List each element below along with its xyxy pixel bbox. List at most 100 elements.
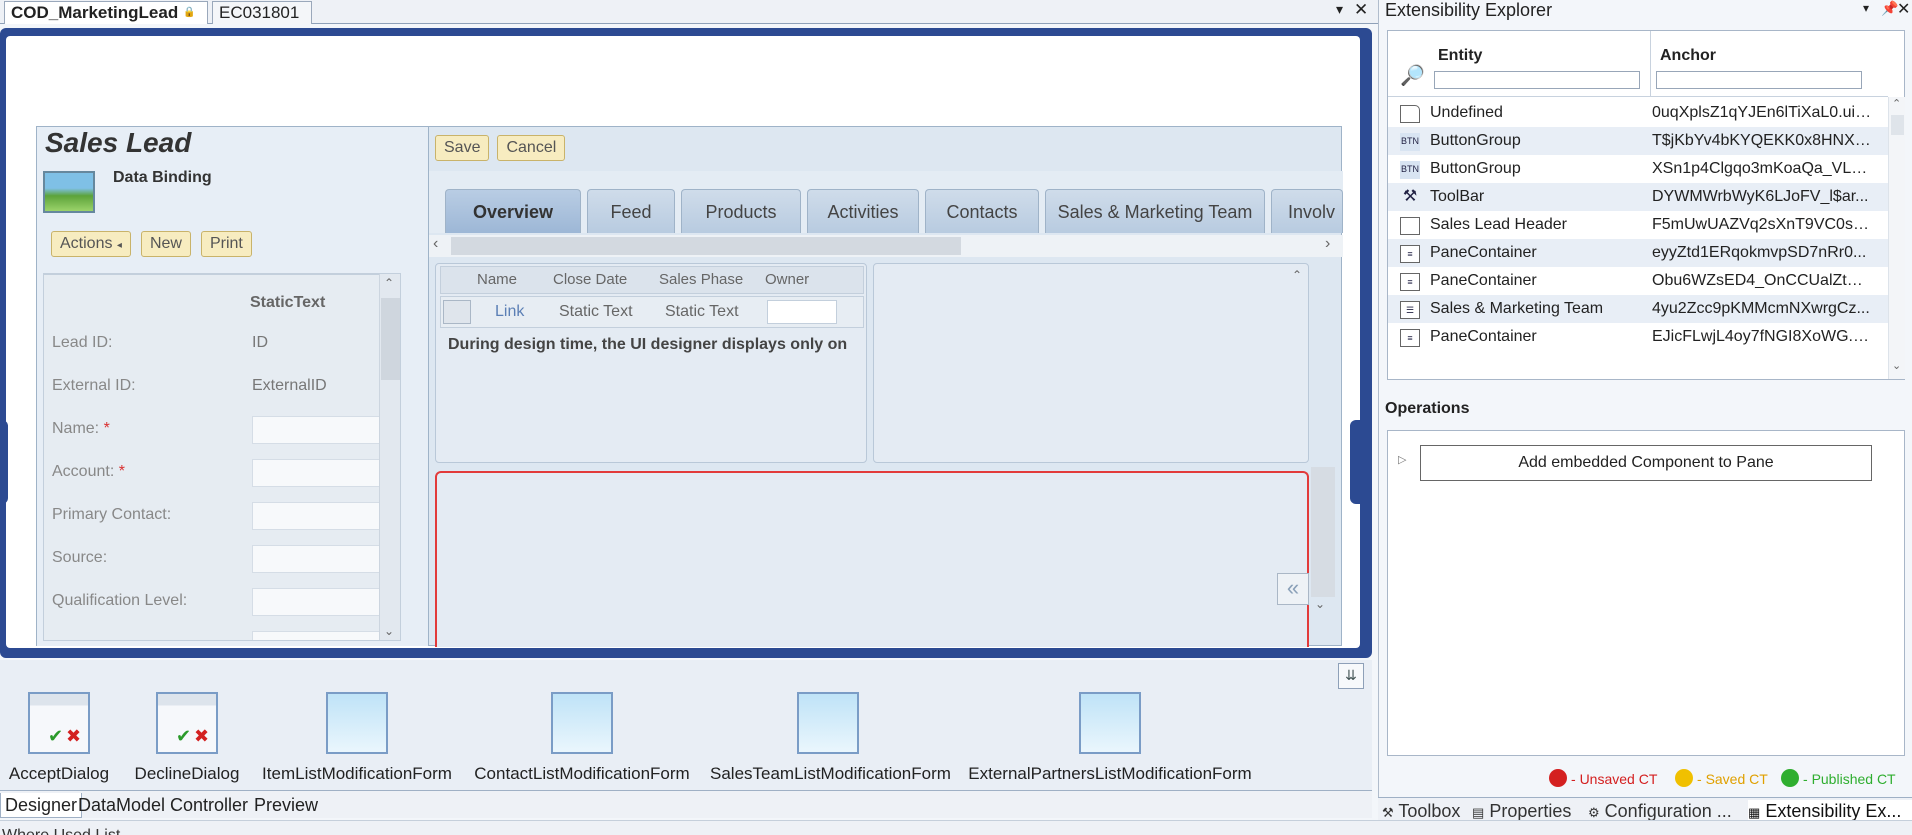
chevron-down-icon[interactable]: ⌄ xyxy=(1892,359,1901,372)
tab-sales-marketing-team[interactable]: Sales & Marketing Team xyxy=(1045,189,1265,233)
entity-name: Undefined xyxy=(1430,104,1503,121)
view-tab-strip: Designer DataModel Controller Preview xyxy=(0,790,1372,818)
cancel-button[interactable]: Cancel xyxy=(497,135,566,161)
divider xyxy=(44,274,400,275)
dialog-icon: ✔ ✖ xyxy=(156,692,218,754)
scroll-thumb[interactable] xyxy=(1891,115,1904,135)
scroll-thumb[interactable] xyxy=(381,298,400,380)
unsaved-dot-icon xyxy=(1549,769,1567,787)
field-label: Primary Contact: xyxy=(52,506,172,523)
primary-contact-input[interactable] xyxy=(252,502,398,530)
anchor-id: 0uqXplsZ1qYJEn6lTiXaL0.uia... xyxy=(1652,104,1872,121)
collapse-left-icon[interactable]: « xyxy=(1277,573,1309,605)
designer-canvas: Sales Lead Data Binding Actions ◂ New Pr… xyxy=(6,36,1360,648)
chevron-down-icon[interactable]: ⌄ xyxy=(1315,597,1325,611)
dropdown-icon[interactable]: ▾ xyxy=(1336,1,1343,18)
chevron-down-icon[interactable]: ⌄ xyxy=(384,624,394,638)
tab-preview[interactable]: Preview xyxy=(250,793,322,817)
new-button[interactable]: New xyxy=(140,231,191,257)
list-item[interactable]: ⚒ ToolBar DYWMWrbWyK6LJoFV_l$ar... xyxy=(1388,183,1888,211)
static-text-header: StaticText xyxy=(250,294,326,311)
required-marker: * xyxy=(103,420,110,437)
tab-label: Properties xyxy=(1489,801,1572,821)
source-input[interactable] xyxy=(252,545,398,573)
anchor-filter-input[interactable] xyxy=(1656,71,1862,89)
expand-down-icon[interactable]: ⇊ xyxy=(1338,663,1364,689)
col-anchor: Anchor xyxy=(1660,47,1716,64)
empty-pane: ⌃ xyxy=(873,263,1309,463)
scroll-thumb[interactable] xyxy=(451,237,961,255)
anchor-id: F5mUwUAZVq2sXnT9VC0sC... xyxy=(1652,216,1872,233)
tab-feed[interactable]: Feed xyxy=(587,189,675,233)
tab-overview[interactable]: Overview xyxy=(445,189,581,233)
tab-datamodel[interactable]: DataModel xyxy=(74,793,169,817)
entity-name: PaneContainer xyxy=(1430,328,1537,345)
tab-controller[interactable]: Controller xyxy=(166,793,252,817)
tab-label: Extensibility Ex... xyxy=(1765,801,1902,821)
component-external-partners-list-modification-form[interactable]: ExternalPartnersListModificationForm xyxy=(968,692,1252,784)
account-input[interactable] xyxy=(252,459,398,487)
list-item[interactable]: BTN ButtonGroup T$jKbYv4bKYQEKK0x8HNXW... xyxy=(1388,127,1888,155)
divider xyxy=(1650,31,1651,97)
entity-name: Sales & Marketing Team xyxy=(1430,300,1604,317)
chevron-up-icon[interactable]: ⌃ xyxy=(1292,268,1302,282)
component-accept-dialog[interactable]: ✔ ✖ AcceptDialog xyxy=(6,692,112,784)
legend-saved: - Saved CT xyxy=(1697,771,1768,787)
component-label: ItemListModificationForm xyxy=(262,764,452,783)
chevron-up-icon[interactable]: ⌃ xyxy=(384,276,394,290)
component-salesteam-list-modification-form[interactable]: SalesTeamListModificationForm xyxy=(710,692,951,784)
save-button[interactable]: Save xyxy=(435,135,490,161)
row-selector[interactable] xyxy=(443,300,471,324)
actions-button[interactable]: Actions ◂ xyxy=(51,231,131,257)
form-toolbar: Save Cancel xyxy=(435,135,566,161)
fields-scrollbar[interactable]: ⌃ ⌄ xyxy=(379,274,400,640)
tab-label: COD_MarketingLead xyxy=(11,3,179,22)
component-decline-dialog[interactable]: ✔ ✖ DeclineDialog xyxy=(134,692,240,784)
entity-filter-input[interactable] xyxy=(1434,71,1640,89)
list-item[interactable]: ☰ Sales & Marketing Team 4yu2Zcc9pKMMcmNXw… xyxy=(1388,295,1888,323)
selected-pane[interactable] xyxy=(435,471,1309,647)
add-embedded-component-button[interactable]: Add embedded Component to Pane xyxy=(1420,445,1872,481)
field-value: ExternalID xyxy=(252,377,327,394)
tab-label: Configuration ... xyxy=(1604,801,1732,821)
list-icon: ☰ xyxy=(1400,301,1420,319)
dropdown-icon[interactable]: ▾ xyxy=(1863,1,1869,15)
chevron-left-icon[interactable]: ‹ xyxy=(433,235,438,253)
list-item[interactable]: ≡ PaneContainer Obu6WZsED4_OnCCUalZtR(... xyxy=(1388,267,1888,295)
list-item[interactable]: ≡ PaneContainer EJicFLwjL4oy7fNGI8XoWG.u..… xyxy=(1388,323,1888,351)
print-button[interactable]: Print xyxy=(200,231,252,257)
search-icon[interactable]: 🔎 xyxy=(1400,63,1425,88)
tab-designer[interactable]: Designer xyxy=(0,793,83,818)
expand-arrow-icon[interactable]: ▷ xyxy=(1398,453,1406,466)
tab-products[interactable]: Products xyxy=(681,189,801,233)
chevron-right-icon[interactable]: › xyxy=(1325,235,1330,253)
tab-contacts[interactable]: Contacts xyxy=(925,189,1039,233)
tab-cod-marketinglead[interactable]: COD_MarketingLead 🔒 xyxy=(4,1,208,24)
pin-icon[interactable]: 📌 xyxy=(1881,0,1898,17)
tab-activities[interactable]: Activities xyxy=(807,189,919,233)
legend-unsaved-text: Unsaved CT xyxy=(1579,771,1658,787)
list-item[interactable]: Sales Lead Header F5mUwUAZVq2sXnT9VC0sC..… xyxy=(1388,211,1888,239)
component-label: SalesTeamListModificationForm xyxy=(710,764,951,783)
qualification-level-input[interactable] xyxy=(252,588,398,616)
entity-name: Sales Lead Header xyxy=(1430,216,1567,233)
next-input[interactable] xyxy=(252,631,398,640)
form-icon xyxy=(1079,692,1141,754)
component-item-list-modification-form[interactable]: ItemListModificationForm xyxy=(262,692,452,784)
list-item[interactable]: ≡ PaneContainer eyyZtd1ERqokmvpSD7nRr0... xyxy=(1388,239,1888,267)
close-icon[interactable]: ✕ xyxy=(1354,0,1368,20)
close-icon[interactable]: ✕ xyxy=(1897,0,1910,19)
component-contact-list-modification-form[interactable]: ContactListModificationForm xyxy=(474,692,690,784)
tab-content-hscrollbar[interactable]: ‹ › xyxy=(429,235,1343,257)
name-input[interactable] xyxy=(252,416,398,444)
chevron-up-icon[interactable]: ⌃ xyxy=(1892,97,1901,110)
pane-scrollbar[interactable] xyxy=(1311,467,1335,597)
field-label: Account: * xyxy=(52,463,125,481)
name-link[interactable]: Link xyxy=(495,303,524,321)
owner-input[interactable] xyxy=(767,300,837,324)
list-item[interactable]: BTN ButtonGroup XSn1p4Clgqo3mKoaQa_VLn... xyxy=(1388,155,1888,183)
tab-involved[interactable]: Involv xyxy=(1271,189,1343,233)
explorer-scrollbar[interactable]: ⌃ ⌄ xyxy=(1888,97,1905,379)
tab-ec031801[interactable]: EC031801 xyxy=(212,1,312,24)
list-item[interactable]: Undefined 0uqXplsZ1qYJEn6lTiXaL0.uia... xyxy=(1388,99,1888,127)
